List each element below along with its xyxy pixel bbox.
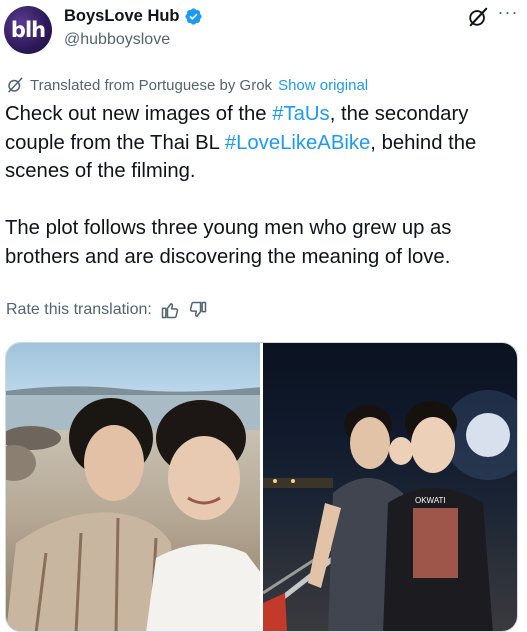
more-options-icon[interactable]: ··· (497, 3, 519, 26)
photo-night[interactable]: OKWATI (263, 343, 517, 631)
translated-from-label: Translated from Portuguese by Grok (30, 76, 273, 94)
photo-night-illustration: OKWATI (263, 390, 517, 631)
avatar-logo-text: blh (10, 18, 46, 42)
author-handle[interactable]: @hubboyslove (64, 31, 170, 49)
translation-notice: Translated from Portuguese by Grok Show … (6, 76, 368, 94)
hashtag-lovelikeabike-link[interactable]: #LoveLikeABike (225, 132, 370, 154)
shirt-print-text: OKWATI (415, 496, 446, 505)
rate-translation-label: Rate this translation: (6, 301, 152, 318)
hashtag-taus-link[interactable]: #TaUs (272, 103, 330, 125)
avatar[interactable]: blh (4, 6, 52, 54)
author-name-row[interactable]: BoysLove Hub (64, 7, 203, 26)
grok-small-icon (8, 77, 23, 93)
show-original-link[interactable]: Show original (278, 77, 368, 94)
verified-badge-icon (184, 8, 202, 25)
thumbs-up-icon[interactable] (160, 300, 180, 320)
post-text: Check out new images of the #TaUs, the s… (5, 100, 523, 271)
post-paragraph-1: Check out new images of the #TaUs, the s… (5, 100, 523, 186)
post-paragraph-2: The plot follows three young men who gre… (5, 217, 452, 268)
display-name[interactable]: BoysLove Hub (64, 7, 180, 26)
rate-translation-row: Rate this translation: (6, 300, 208, 320)
thumbs-down-icon[interactable] (188, 300, 208, 320)
media-grid: OKWATI (5, 342, 518, 632)
photo-beach[interactable] (6, 343, 260, 631)
photo-beach-illustration (6, 386, 260, 631)
post-text-segment: Check out new images of the (5, 103, 273, 125)
grok-icon[interactable] (467, 6, 489, 28)
